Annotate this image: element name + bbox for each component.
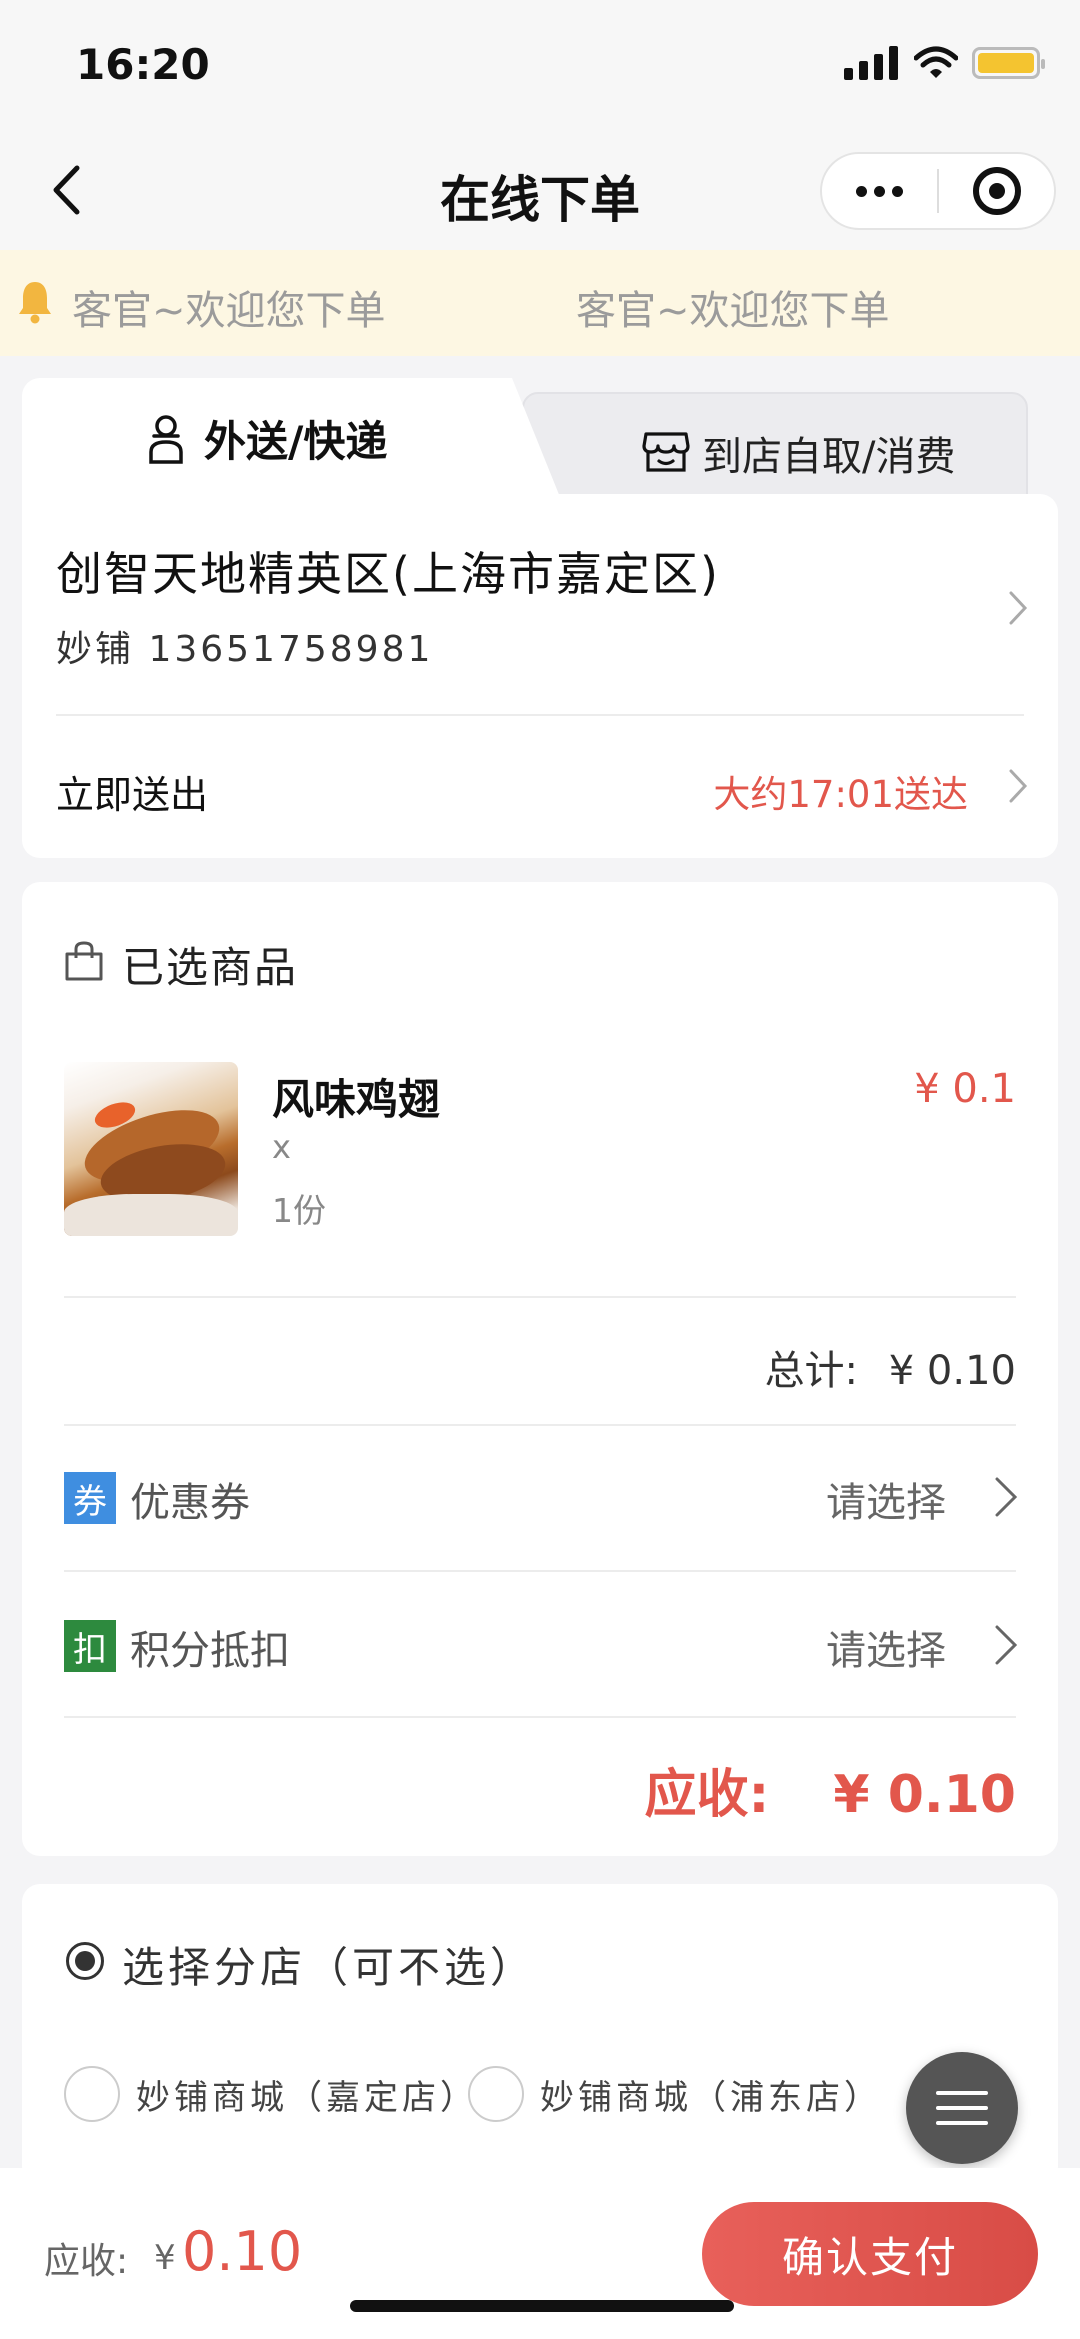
checkout-amount: 0.10: [182, 2220, 303, 2283]
status-bar: 16:20: [0, 0, 1080, 130]
total-value: ¥ 0.10: [888, 1348, 1016, 1394]
delivery-time-selector[interactable]: 立即送出 大约17:01送达: [22, 716, 1058, 858]
product-image: [64, 1062, 238, 1236]
more-button[interactable]: [822, 154, 937, 228]
address-card: 创智天地精英区(上海市嘉定区) 妙铺 13651758981 立即送出 大约17…: [22, 494, 1058, 858]
chevron-right-icon: [995, 1477, 1018, 1517]
address-contact: 妙铺 13651758981: [56, 629, 434, 670]
order-total: 总计: ¥ 0.10: [765, 1338, 1016, 1396]
due-value: ¥ 0.10: [833, 1765, 1016, 1825]
chevron-right-icon: [995, 1625, 1018, 1665]
branch-toggle-radio[interactable]: [66, 1942, 104, 1980]
product-spec: x: [272, 1128, 291, 1166]
amount-due: 应收: ¥ 0.10: [645, 1752, 1017, 1827]
branch-option-label: 妙铺商城（浦东店）: [540, 2077, 882, 2118]
navigation-bar: 在线下单: [0, 130, 1080, 250]
branch-title: 选择分店（可不选）: [122, 1943, 537, 1992]
shopping-bag-icon: [65, 941, 103, 981]
notice-bar: 客官~欢迎您下单 客官~欢迎您下单: [0, 250, 1080, 356]
delivery-time: 大约17:01送达: [713, 773, 968, 816]
delivery-person-icon: [149, 415, 183, 464]
notice-message: 客官~欢迎您下单: [576, 288, 890, 334]
close-miniprogram-button[interactable]: [939, 154, 1054, 228]
divider: [64, 1296, 1016, 1298]
signal-icon: [844, 46, 898, 80]
delivery-mode-tabs: 外送/快递 到店自取/消费: [22, 378, 1058, 502]
status-icons: [844, 46, 1045, 80]
product-quantity: 1份: [272, 1191, 326, 1230]
checkout-bar: 应收: ¥ 0.10 确认支付: [0, 2168, 1080, 2339]
points-value: 请选择: [826, 1628, 946, 1674]
product-name: 风味鸡翅: [272, 1075, 441, 1124]
target-icon: [972, 167, 1021, 215]
coupon-row[interactable]: 券 优惠券 请选择: [22, 1426, 1058, 1570]
branch-card: 选择分店（可不选） 妙铺商城（嘉定店） 妙铺商城（浦东店）: [22, 1884, 1058, 2184]
chevron-right-icon: [1009, 591, 1028, 625]
branch-option[interactable]: 妙铺商城（嘉定店）: [64, 2066, 478, 2122]
radio-button[interactable]: [468, 2066, 524, 2122]
miniprogram-capsule: [820, 152, 1056, 230]
coupon-label: 优惠券: [130, 1480, 250, 1526]
bell-icon: [19, 282, 51, 324]
hamburger-icon: [936, 2091, 988, 2095]
total-label: 总计:: [764, 1348, 859, 1394]
branch-option[interactable]: 妙铺商城（浦东店）: [468, 2066, 882, 2122]
points-label: 积分抵扣: [130, 1628, 290, 1674]
tab-pickup-label: 到店自取/消费: [702, 434, 956, 480]
radio-button[interactable]: [64, 2066, 120, 2122]
confirm-pay-button[interactable]: 确认支付: [702, 2202, 1038, 2306]
order-card: 已选商品 风味鸡翅 x 1份 ¥ 0.1 总计: ¥ 0.10 券 优惠券 请选…: [22, 882, 1058, 1856]
delivery-label: 立即送出: [56, 773, 209, 817]
status-time: 16:20: [76, 40, 210, 89]
due-label: 应收:: [644, 1765, 770, 1825]
product-price: ¥ 0.1: [914, 1066, 1016, 1112]
battery-icon: [972, 47, 1045, 79]
wifi-icon: [914, 46, 958, 78]
address-title: 创智天地精英区(上海市嘉定区): [56, 547, 720, 601]
more-dots-icon: [856, 185, 867, 197]
coupon-badge: 券: [64, 1472, 116, 1524]
coupon-value: 请选择: [826, 1480, 946, 1526]
branch-option-label: 妙铺商城（嘉定店）: [136, 2077, 478, 2118]
address-selector[interactable]: 创智天地精英区(上海市嘉定区) 妙铺 13651758981: [22, 494, 1058, 704]
chevron-right-icon: [1009, 769, 1028, 803]
tab-delivery-label: 外送/快递: [204, 417, 388, 466]
notice-message: 客官~欢迎您下单: [72, 288, 386, 334]
checkout-currency: ¥: [154, 2238, 176, 2278]
home-indicator: [350, 2300, 734, 2312]
divider: [64, 1716, 1016, 1718]
points-row[interactable]: 扣 积分抵扣 请选择: [22, 1572, 1058, 1716]
store-icon: [642, 432, 690, 472]
points-badge: 扣: [64, 1620, 116, 1672]
checkout-due-label: 应收:: [44, 2241, 129, 2282]
floating-menu-button[interactable]: [906, 2052, 1018, 2164]
selected-items-title: 已选商品: [122, 943, 299, 992]
